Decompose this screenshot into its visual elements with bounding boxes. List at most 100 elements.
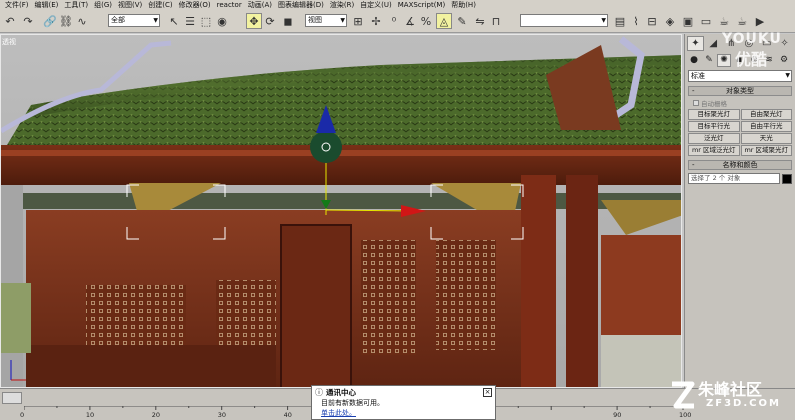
pivot-center-icon[interactable]: ⊞ xyxy=(350,13,366,29)
category-value: 标准 xyxy=(691,72,705,80)
reference-coordinate-dropdown[interactable]: 视图 ▼ xyxy=(305,14,347,27)
menu-reactor[interactable]: reactor xyxy=(214,0,245,11)
main-toolbar: ↶ ↷ 🔗 ⛓ ∿ 全部 ▼ ↖ ☰ ⬚ ◉ ✥ ⟳ ◼ 视图 ▼ ⊞ ✢ ⁰ … xyxy=(0,11,795,33)
mr-area-spot-button[interactable]: mr 区域聚光灯 xyxy=(740,145,792,156)
perspective-viewport[interactable]: 透视 xyxy=(0,34,682,388)
selection-region-icon[interactable]: ⬚ xyxy=(198,13,214,29)
align-icon[interactable]: ⊓ xyxy=(488,13,504,29)
object-type-rollout-header[interactable]: - 对象类型 xyxy=(688,86,792,96)
close-icon[interactable]: × xyxy=(483,388,492,397)
menu-tools[interactable]: 工具(T) xyxy=(61,0,91,11)
lights-icon[interactable]: ✺ xyxy=(717,53,731,67)
named-selection-icon[interactable]: ✎ xyxy=(454,13,470,29)
collapse-icon: - xyxy=(692,161,695,169)
menu-edit[interactable]: 编辑(E) xyxy=(32,0,62,11)
object-type-title: 对象类型 xyxy=(726,87,754,95)
chevron-down-icon: ▼ xyxy=(340,17,345,24)
auto-grid-checkbox[interactable]: 自动栅格 xyxy=(693,98,787,108)
max-window: 文件(F) 编辑(E) 工具(T) 组(G) 视图(V) 创建(C) 修改器(O… xyxy=(0,0,795,420)
chevron-down-icon: ▼ xyxy=(785,72,790,79)
render-active-icon[interactable]: ▶ xyxy=(752,13,768,29)
bind-spacewarp-icon[interactable]: ∿ xyxy=(74,13,90,29)
unlink-icon[interactable]: ⛓ xyxy=(58,13,74,29)
mirror-icon[interactable]: ⇋ xyxy=(472,13,488,29)
redo-icon[interactable]: ↷ xyxy=(20,13,36,29)
spinner-snap-icon[interactable]: ◬ xyxy=(436,13,452,29)
target-spot-button[interactable]: 目标聚光灯 xyxy=(688,109,740,120)
menu-help[interactable]: 帮助(H) xyxy=(448,0,479,11)
object-color-swatch[interactable] xyxy=(782,173,792,184)
snaps-toggle-icon[interactable]: ⁰ xyxy=(386,13,402,29)
select-scale-icon[interactable]: ◼ xyxy=(280,13,296,29)
link-icon[interactable]: 🔗 xyxy=(42,13,58,29)
popup-header: ⓘ 通讯中心 xyxy=(312,386,495,398)
object-name-field[interactable]: 选择了 2 个 对象 xyxy=(688,173,780,184)
youku-watermark-cn: 优酷 xyxy=(735,50,768,69)
category-dropdown[interactable]: 标准 ▼ xyxy=(688,70,792,82)
schematic-view-icon[interactable]: ⊟ xyxy=(644,13,660,29)
menu-group[interactable]: 组(G) xyxy=(91,0,115,11)
communication-center-popup: ⓘ 通讯中心 × 目前有新数据可用。 单击此处。 xyxy=(311,385,496,420)
undo-icon[interactable]: ↶ xyxy=(2,13,18,29)
ruler-tick-label: 0 xyxy=(20,411,25,419)
menu-file[interactable]: 文件(F) xyxy=(2,0,32,11)
shapes-icon[interactable]: ✎ xyxy=(702,54,716,67)
name-row: 选择了 2 个 对象 xyxy=(688,173,792,184)
select-object-icon[interactable]: ↖ xyxy=(166,13,182,29)
info-icon: ⓘ xyxy=(315,387,323,397)
popup-message: 目前有新数据可用。 xyxy=(321,399,384,407)
target-direct-button[interactable]: 目标平行光 xyxy=(688,121,740,132)
popup-link[interactable]: 单击此处。 xyxy=(312,408,495,418)
zf3d-watermark: 朱峰社区 ZF3D.COM xyxy=(668,376,793,416)
name-color-rollout-header[interactable]: - 名称和颜色 xyxy=(688,160,792,170)
modify-tab-icon[interactable]: ◢ xyxy=(705,36,722,51)
menu-maxscript[interactable]: MAXScript(M) xyxy=(395,0,448,11)
time-slider-thumb[interactable] xyxy=(2,392,22,404)
ruler-tick-label: 30 xyxy=(217,411,226,419)
light-type-buttons: 目标聚光灯 自由聚光灯 目标平行光 自由平行光 泛光灯 天光 mr 区域泛光灯 … xyxy=(688,109,792,156)
ruler-tick-label: 90 xyxy=(613,411,622,419)
systems-icon[interactable]: ⚙ xyxy=(777,54,791,67)
omni-button[interactable]: 泛光灯 xyxy=(688,133,740,144)
selection-filter-dropdown[interactable]: 全部 ▼ xyxy=(108,14,160,27)
material-editor-icon[interactable]: ◈ xyxy=(662,13,678,29)
render-frame-icon[interactable]: ▭ xyxy=(698,13,714,29)
skylight-button[interactable]: 天光 xyxy=(740,133,792,144)
ruler-tick-label: 20 xyxy=(151,411,161,419)
free-direct-button[interactable]: 自由平行光 xyxy=(740,121,792,132)
named-selection-sets-dropdown[interactable]: ▼ xyxy=(520,14,608,27)
select-manipulate-icon[interactable]: ✢ xyxy=(368,13,384,29)
menu-graph-editors[interactable]: 图表编辑器(D) xyxy=(275,0,327,11)
checkbox-box xyxy=(693,100,699,106)
viewport-label[interactable]: 透视 xyxy=(2,37,16,47)
create-tab-icon[interactable]: ✦ xyxy=(687,36,704,51)
chevron-down-icon: ▼ xyxy=(601,17,606,24)
mr-area-omni-button[interactable]: mr 区域泛光灯 xyxy=(688,145,740,156)
free-spot-button[interactable]: 自由聚光灯 xyxy=(740,109,792,120)
angle-snap-icon[interactable]: ∡ xyxy=(402,13,418,29)
menu-create[interactable]: 创建(C) xyxy=(145,0,175,11)
menu-modifiers[interactable]: 修改器(O) xyxy=(176,0,214,11)
select-move-icon[interactable]: ✥ xyxy=(246,13,262,29)
scene-render xyxy=(1,35,681,387)
menu-bar: 文件(F) 编辑(E) 工具(T) 组(G) 视图(V) 创建(C) 修改器(O… xyxy=(0,0,795,11)
curve-editor-icon[interactable]: ⌇ xyxy=(628,13,644,29)
selection-filter-value: 全部 xyxy=(111,16,125,24)
menu-views[interactable]: 视图(V) xyxy=(115,0,145,11)
layer-manager-icon[interactable]: ▤ xyxy=(612,13,628,29)
menu-rendering[interactable]: 渲染(R) xyxy=(327,0,357,11)
chevron-down-icon: ▼ xyxy=(153,17,158,24)
render-production-icon[interactable]: ☕ xyxy=(734,13,750,29)
ruler-tick-label: 10 xyxy=(85,411,95,419)
command-panel: ✦ ◢ ⋔ ◎ ▭ ✧ ● ✎ ✺ ▪ ⊕ ≋ ⚙ 标准 ▼ - 对象类型 自动… xyxy=(684,34,795,388)
geometry-icon[interactable]: ● xyxy=(687,54,701,67)
quick-render-icon[interactable]: ☕ xyxy=(716,13,732,29)
select-rotate-icon[interactable]: ⟳ xyxy=(262,13,278,29)
menu-customize[interactable]: 自定义(U) xyxy=(357,0,395,11)
percent-snap-icon[interactable]: % xyxy=(418,13,434,29)
menu-animation[interactable]: 动画(A) xyxy=(245,0,275,11)
window-crossing-icon[interactable]: ◉ xyxy=(214,13,230,29)
youku-watermark: YOUKU xyxy=(722,31,782,47)
select-by-name-icon[interactable]: ☰ xyxy=(182,13,198,29)
render-setup-icon[interactable]: ▣ xyxy=(680,13,696,29)
